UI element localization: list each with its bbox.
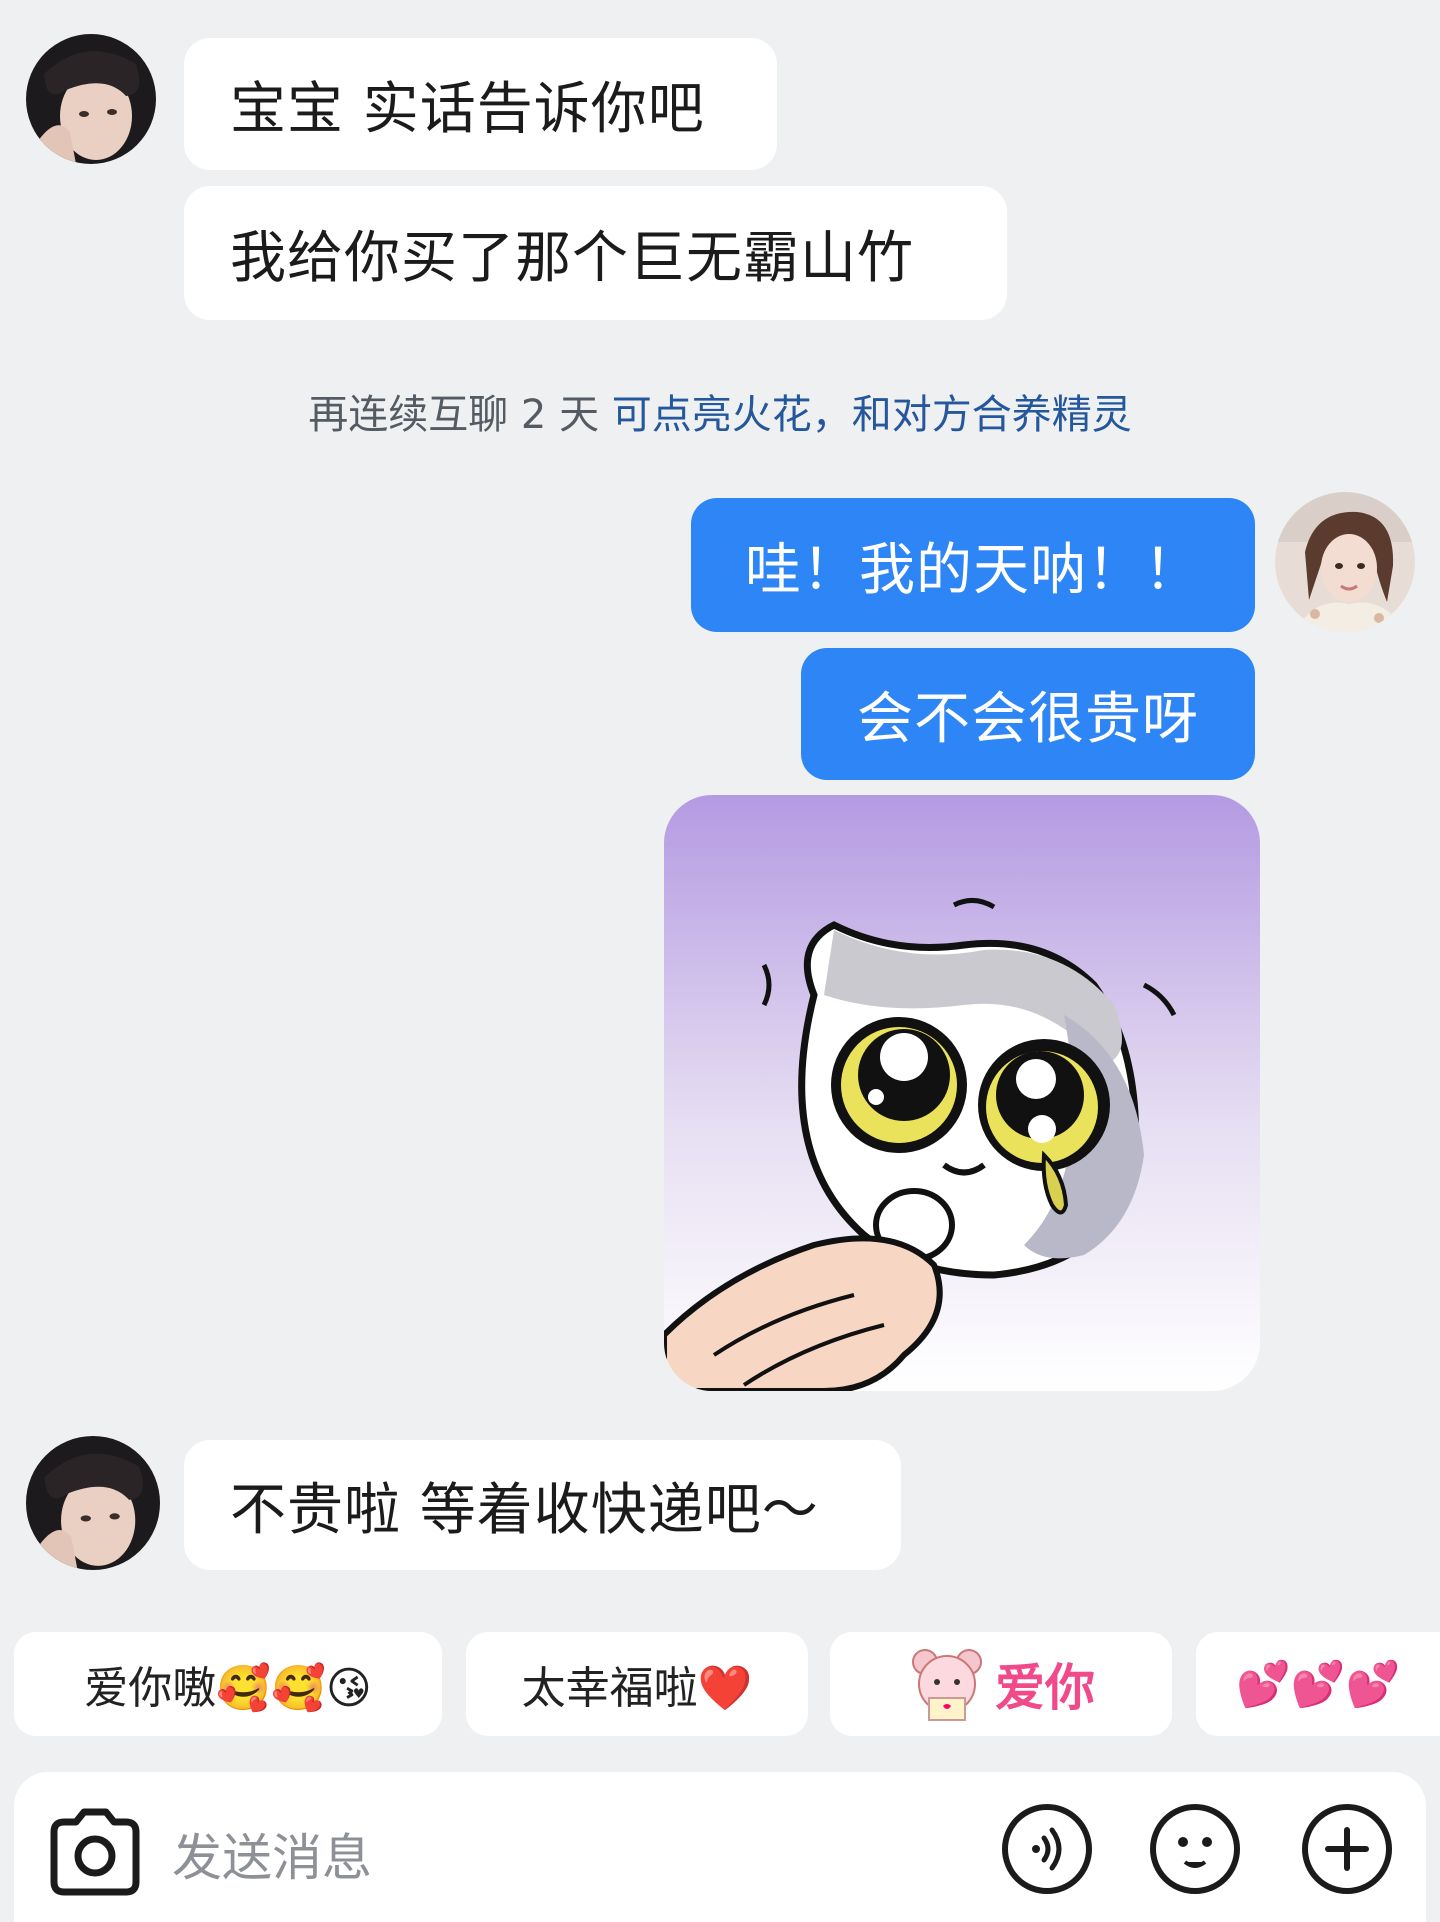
bear-sticker-icon <box>912 1649 982 1721</box>
plus-icon[interactable] <box>1300 1802 1394 1896</box>
streak-notice-link[interactable]: 可点亮火花，和对方合养精灵 <box>612 392 1132 438</box>
message-text: 宝宝 实话告诉你吧 <box>230 76 705 142</box>
crying-cat-sticker-image <box>664 795 1260 1391</box>
quick-reply-love-you[interactable]: 爱你嗷🥰🥰😘 <box>14 1632 442 1736</box>
message-input-placeholder: 发送消息 <box>172 1829 372 1887</box>
my-avatar[interactable] <box>1275 492 1415 632</box>
message-bubble-received[interactable]: 不贵啦 等着收快递吧～ <box>184 1440 901 1570</box>
contact-avatar[interactable] <box>26 34 156 164</box>
quick-reply-hearts[interactable]: 💕💕💕 <box>1196 1632 1440 1736</box>
message-bubble-sent[interactable]: 哇！我的天呐！！ <box>691 498 1255 632</box>
message-text: 我给你买了那个巨无霸山竹 <box>230 225 914 291</box>
quick-reply-text: 💕💕💕 <box>1236 1659 1401 1710</box>
message-text: 哇！我的天呐！！ <box>745 537 1201 603</box>
quick-reply-text: 太幸福啦❤️ <box>521 1663 753 1714</box>
message-bubble-sent[interactable]: 会不会很贵呀 <box>801 648 1255 780</box>
message-bubble-received[interactable]: 宝宝 实话告诉你吧 <box>184 38 777 170</box>
emoji-icon[interactable] <box>1148 1802 1242 1896</box>
voice-icon[interactable] <box>1000 1802 1094 1896</box>
sticker-caption: 爱你 <box>995 1658 1095 1717</box>
quick-reply-sticker[interactable]: 爱你 <box>830 1632 1172 1736</box>
streak-notice: 再连续互聊 2 天 可点亮火花，和对方合养精灵 <box>0 382 1440 440</box>
camera-icon[interactable] <box>44 1806 146 1898</box>
message-bubble-received[interactable]: 我给你买了那个巨无霸山竹 <box>184 186 1007 320</box>
sticker-message[interactable] <box>664 795 1260 1391</box>
message-input[interactable]: 发送消息 <box>172 1818 372 1890</box>
streak-notice-text: 再连续互聊 2 天 <box>308 392 612 438</box>
quick-reply-so-happy[interactable]: 太幸福啦❤️ <box>466 1632 808 1736</box>
message-text: 会不会很贵呀 <box>857 686 1199 752</box>
quick-reply-text: 爱你嗷🥰🥰😘 <box>84 1663 372 1714</box>
message-text: 不贵啦 等着收快递吧～ <box>230 1477 819 1543</box>
contact-avatar[interactable] <box>26 1436 160 1570</box>
